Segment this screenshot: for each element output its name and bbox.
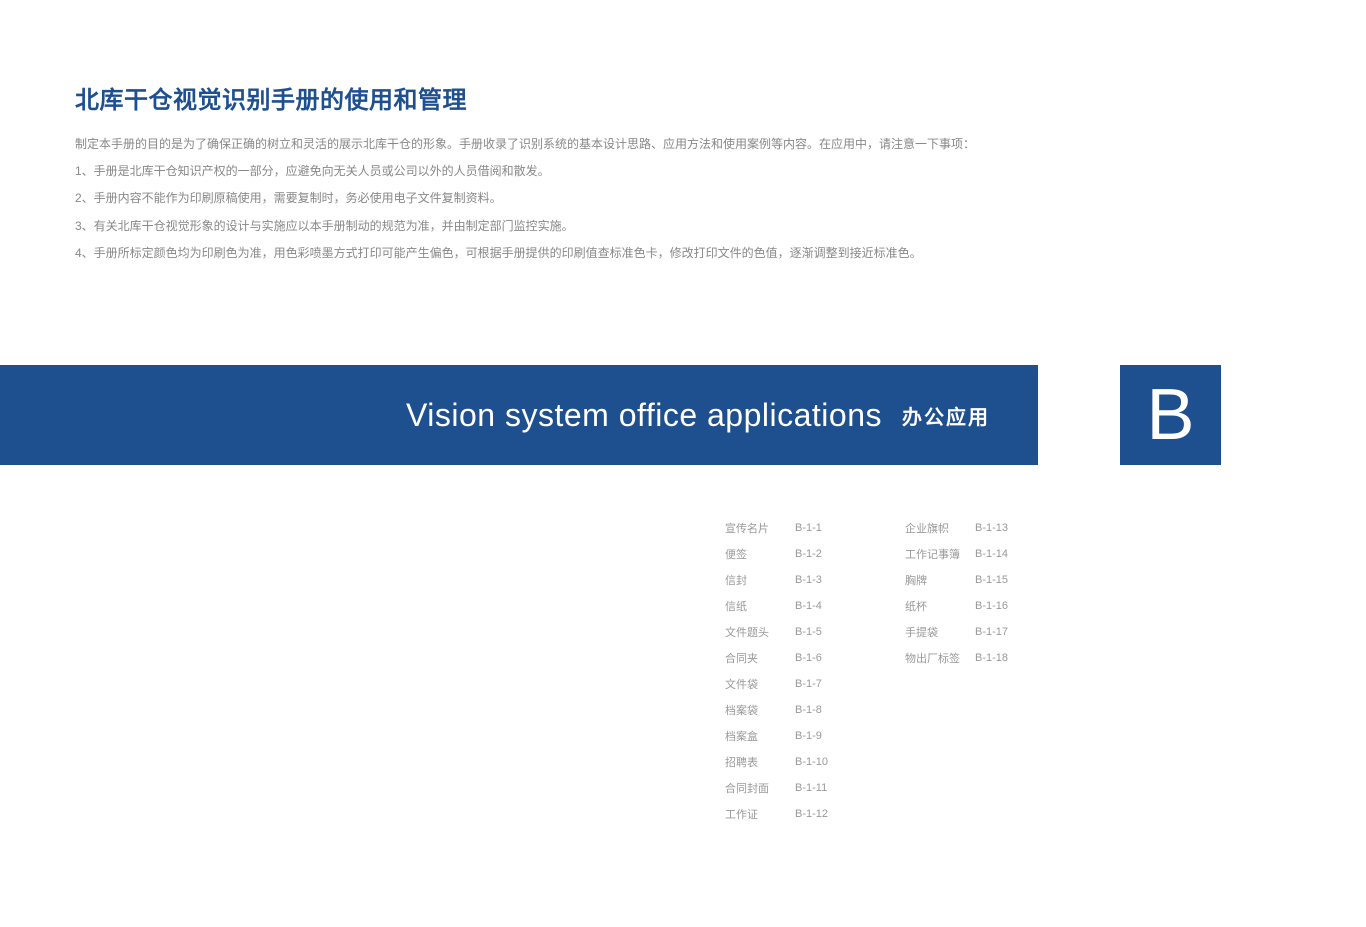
- intro-text: 制定本手册的目的是为了确保正确的树立和灵活的展示北库干仓的形象。手册收录了识别系…: [75, 135, 1291, 154]
- rule-item: 1、手册是北库干仓知识产权的一部分，应避免向无关人员或公司以外的人员借阅和散发。: [75, 162, 1291, 181]
- toc-item-code: B-1-18: [975, 652, 1030, 664]
- toc-item-code: B-1-14: [975, 548, 1030, 560]
- toc-row: 合同封面B-1-11: [725, 780, 850, 796]
- toc-item-code: B-1-2: [795, 548, 850, 560]
- toc-item-code: B-1-16: [975, 600, 1030, 612]
- toc-row: 胸牌B-1-15: [905, 572, 1030, 588]
- toc-item-name: 物出厂标签: [905, 650, 975, 666]
- toc-row: 档案袋B-1-8: [725, 702, 850, 718]
- toc-item-code: B-1-4: [795, 600, 850, 612]
- toc-row: 信封B-1-3: [725, 572, 850, 588]
- toc-item-name: 文件袋: [725, 676, 795, 692]
- toc-row: 便签B-1-2: [725, 546, 850, 562]
- toc-item-code: B-1-1: [795, 522, 850, 534]
- toc-column-2: 企业旗帜B-1-13工作记事簿B-1-14胸牌B-1-15纸杯B-1-16手提袋…: [905, 520, 1030, 832]
- toc-item-code: B-1-6: [795, 652, 850, 664]
- toc-row: 手提袋B-1-17: [905, 624, 1030, 640]
- toc-item-name: 档案盒: [725, 728, 795, 744]
- toc-item-name: 手提袋: [905, 624, 975, 640]
- rule-item: 4、手册所标定颜色均为印刷色为准，用色彩喷墨方式打印可能产生偏色，可根据手册提供…: [75, 244, 1291, 263]
- toc-item-name: 档案袋: [725, 702, 795, 718]
- toc-item-code: B-1-12: [795, 808, 850, 820]
- table-of-contents: 宣传名片B-1-1便签B-1-2信封B-1-3信纸B-1-4文件题头B-1-5合…: [725, 520, 1030, 832]
- banner-chinese-title: 办公应用: [902, 401, 990, 430]
- section-letter-block: B: [1120, 365, 1221, 465]
- toc-item-code: B-1-5: [795, 626, 850, 638]
- toc-row: 工作记事簿B-1-14: [905, 546, 1030, 562]
- toc-item-name: 便签: [725, 546, 795, 562]
- toc-item-name: 信封: [725, 572, 795, 588]
- top-section: 北库干仓视觉识别手册的使用和管理 制定本手册的目的是为了确保正确的树立和灵活的展…: [0, 0, 1366, 263]
- toc-row: 信纸B-1-4: [725, 598, 850, 614]
- toc-item-code: B-1-11: [795, 782, 850, 794]
- toc-item-name: 胸牌: [905, 572, 975, 588]
- toc-column-1: 宣传名片B-1-1便签B-1-2信封B-1-3信纸B-1-4文件题头B-1-5合…: [725, 520, 850, 832]
- toc-item-name: 宣传名片: [725, 520, 795, 536]
- toc-row: 企业旗帜B-1-13: [905, 520, 1030, 536]
- toc-item-code: B-1-15: [975, 574, 1030, 586]
- toc-row: 档案盒B-1-9: [725, 728, 850, 744]
- toc-row: 工作证B-1-12: [725, 806, 850, 822]
- toc-item-code: B-1-13: [975, 522, 1030, 534]
- toc-row: 招聘表B-1-10: [725, 754, 850, 770]
- toc-item-name: 工作记事簿: [905, 546, 975, 562]
- page-title: 北库干仓视觉识别手册的使用和管理: [75, 80, 1291, 115]
- toc-item-code: B-1-10: [795, 756, 850, 768]
- toc-item-name: 信纸: [725, 598, 795, 614]
- toc-item-name: 招聘表: [725, 754, 795, 770]
- toc-row: 纸杯B-1-16: [905, 598, 1030, 614]
- toc-row: 文件袋B-1-7: [725, 676, 850, 692]
- toc-item-code: B-1-9: [795, 730, 850, 742]
- toc-row: 合同夹B-1-6: [725, 650, 850, 666]
- toc-item-name: 企业旗帜: [905, 520, 975, 536]
- toc-item-name: 纸杯: [905, 598, 975, 614]
- rule-item: 2、手册内容不能作为印刷原稿使用，需要复制时，务必使用电子文件复制资料。: [75, 189, 1291, 208]
- toc-item-name: 工作证: [725, 806, 795, 822]
- toc-item-code: B-1-7: [795, 678, 850, 690]
- toc-item-name: 合同夹: [725, 650, 795, 666]
- toc-item-name: 合同封面: [725, 780, 795, 796]
- toc-item-name: 文件题头: [725, 624, 795, 640]
- rule-item: 3、有关北库干仓视觉形象的设计与实施应以本手册制动的规范为准，并由制定部门监控实…: [75, 217, 1291, 236]
- toc-row: 宣传名片B-1-1: [725, 520, 850, 536]
- banner-english-title: Vision system office applications: [406, 397, 882, 434]
- rules-list: 1、手册是北库干仓知识产权的一部分，应避免向无关人员或公司以外的人员借阅和散发。…: [75, 162, 1291, 263]
- toc-row: 文件题头B-1-5: [725, 624, 850, 640]
- section-banner: Vision system office applications 办公应用: [0, 365, 1038, 465]
- section-letter: B: [1146, 379, 1194, 451]
- toc-row: 物出厂标签B-1-18: [905, 650, 1030, 666]
- toc-item-code: B-1-3: [795, 574, 850, 586]
- toc-item-code: B-1-8: [795, 704, 850, 716]
- toc-item-code: B-1-17: [975, 626, 1030, 638]
